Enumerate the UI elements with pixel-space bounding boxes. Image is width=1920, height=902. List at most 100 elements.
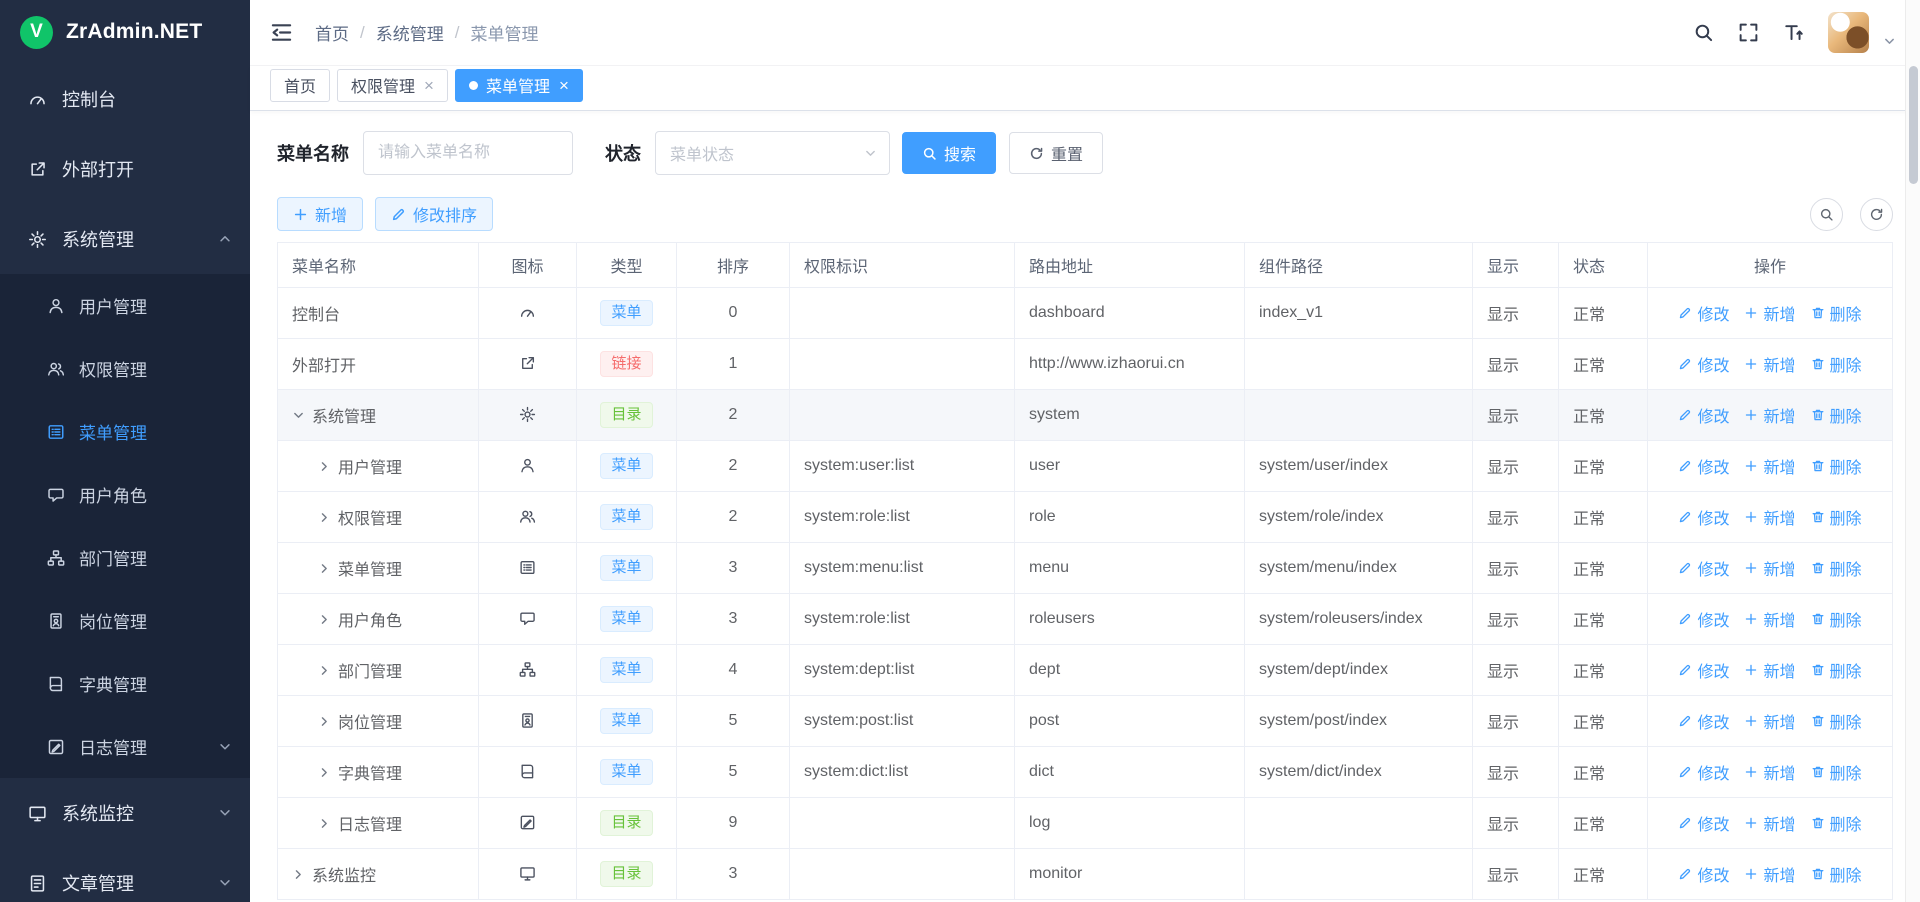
edit-link[interactable]: 修改 — [1678, 556, 1729, 580]
fullscreen-icon[interactable] — [1738, 22, 1759, 43]
chevron-right-icon[interactable] — [318, 766, 331, 779]
tab-home[interactable]: 首页 — [270, 69, 330, 102]
tab-permission[interactable]: 权限管理 × — [337, 69, 448, 102]
hamburger-icon[interactable] — [270, 21, 293, 44]
table-row[interactable]: 岗位管理 菜单 5 system:post:list post system/p… — [278, 696, 1893, 747]
delete-link[interactable]: 删除 — [1811, 556, 1862, 580]
sidebar-item-users[interactable]: 用户管理 — [0, 274, 250, 337]
edit-link[interactable]: 修改 — [1678, 352, 1729, 376]
chevron-right-icon[interactable] — [318, 460, 331, 473]
delete-link[interactable]: 删除 — [1811, 301, 1862, 325]
delete-link[interactable]: 删除 — [1811, 505, 1862, 529]
table-row[interactable]: 控制台 菜单 0 dashboard index_v1 显示 正常 修改 新增 … — [278, 288, 1893, 339]
table-row[interactable]: 用户管理 菜单 2 system:user:list user system/u… — [278, 441, 1893, 492]
add-link[interactable]: 新增 — [1744, 811, 1795, 835]
sidebar-item-logs[interactable]: 日志管理 — [0, 715, 250, 778]
edit-link[interactable]: 修改 — [1678, 505, 1729, 529]
table-row[interactable]: 系统管理 目录 2 system 显示 正常 修改 新增 删除 — [278, 390, 1893, 441]
add-link[interactable]: 新增 — [1744, 403, 1795, 427]
edit-link[interactable]: 修改 — [1678, 862, 1729, 886]
status-cell: 正常 — [1559, 288, 1648, 339]
chevron-right-icon[interactable] — [318, 562, 331, 575]
delete-link[interactable]: 删除 — [1811, 862, 1862, 886]
table-row[interactable]: 外部打开 链接 1 http://www.izhaorui.cn 显示 正常 修… — [278, 339, 1893, 390]
add-link[interactable]: 新增 — [1744, 862, 1795, 886]
sidebar-item-articles[interactable]: 文章管理 — [0, 848, 250, 902]
edit-link[interactable]: 修改 — [1678, 403, 1729, 427]
sidebar-item-external[interactable]: 外部打开 — [0, 134, 250, 204]
chevron-right-icon[interactable] — [292, 868, 305, 881]
sidebar-item-menus[interactable]: 菜单管理 — [0, 400, 250, 463]
sidebar-item-roles[interactable]: 权限管理 — [0, 337, 250, 400]
menu-name-input[interactable] — [363, 131, 573, 175]
close-icon[interactable]: × — [559, 77, 569, 94]
table-row[interactable]: 菜单管理 菜单 3 system:menu:list menu system/m… — [278, 543, 1893, 594]
refresh-table-button[interactable] — [1860, 198, 1893, 231]
status-select[interactable]: 菜单状态 — [655, 131, 890, 175]
close-icon[interactable]: × — [424, 77, 434, 94]
delete-link[interactable]: 删除 — [1811, 658, 1862, 682]
table-row[interactable]: 日志管理 目录 9 log 显示 正常 修改 新增 删除 — [278, 798, 1893, 849]
delete-link[interactable]: 删除 — [1811, 403, 1862, 427]
search-icon[interactable] — [1693, 22, 1714, 43]
add-link[interactable]: 新增 — [1744, 301, 1795, 325]
edit-note-icon — [519, 814, 536, 831]
delete-link[interactable]: 删除 — [1811, 607, 1862, 631]
delete-link[interactable]: 删除 — [1811, 352, 1862, 376]
chevron-right-icon[interactable] — [318, 511, 331, 524]
chevron-down-icon[interactable] — [292, 409, 305, 422]
page-scrollbar[interactable] — [1905, 0, 1920, 902]
sort-button[interactable]: 修改排序 — [375, 197, 493, 231]
delete-link[interactable]: 删除 — [1811, 454, 1862, 478]
breadcrumb-home[interactable]: 首页 — [315, 20, 349, 45]
sidebar-item-user-roles[interactable]: 用户角色 — [0, 463, 250, 526]
add-link[interactable]: 新增 — [1744, 760, 1795, 784]
tab-menu[interactable]: 菜单管理 × — [455, 69, 583, 102]
add-link[interactable]: 新增 — [1744, 658, 1795, 682]
table-row[interactable]: 权限管理 菜单 2 system:role:list role system/r… — [278, 492, 1893, 543]
edit-link[interactable]: 修改 — [1678, 811, 1729, 835]
menu-name: 外部打开 — [292, 352, 356, 376]
table-row[interactable]: 字典管理 菜单 5 system:dict:list dict system/d… — [278, 747, 1893, 798]
table-row[interactable]: 部门管理 菜单 4 system:dept:list dept system/d… — [278, 645, 1893, 696]
scrollbar-thumb[interactable] — [1909, 66, 1918, 184]
edit-link[interactable]: 修改 — [1678, 709, 1729, 733]
delete-link[interactable]: 删除 — [1811, 709, 1862, 733]
sidebar-item-monitor[interactable]: 系统监控 — [0, 778, 250, 848]
component-cell: system/menu/index — [1245, 543, 1473, 594]
reset-button[interactable]: 重置 — [1009, 132, 1103, 174]
sidebar-item-dict[interactable]: 字典管理 — [0, 652, 250, 715]
delete-link[interactable]: 删除 — [1811, 811, 1862, 835]
edit-link[interactable]: 修改 — [1678, 760, 1729, 784]
search-button[interactable]: 搜索 — [902, 132, 996, 174]
edit-link[interactable]: 修改 — [1678, 454, 1729, 478]
add-link[interactable]: 新增 — [1744, 505, 1795, 529]
add-link[interactable]: 新增 — [1744, 607, 1795, 631]
add-link[interactable]: 新增 — [1744, 556, 1795, 580]
sidebar-item-posts[interactable]: 岗位管理 — [0, 589, 250, 652]
edit-link[interactable]: 修改 — [1678, 607, 1729, 631]
chevron-right-icon[interactable] — [318, 613, 331, 626]
edit-link[interactable]: 修改 — [1678, 658, 1729, 682]
add-link[interactable]: 新增 — [1744, 454, 1795, 478]
delete-link[interactable]: 删除 — [1811, 760, 1862, 784]
add-link[interactable]: 新增 — [1744, 352, 1795, 376]
toggle-search-button[interactable] — [1810, 198, 1843, 231]
font-size-icon[interactable] — [1783, 22, 1804, 43]
add-link[interactable]: 新增 — [1744, 709, 1795, 733]
chevron-right-icon[interactable] — [318, 664, 331, 677]
type-tag: 菜单 — [600, 759, 652, 785]
edit-link[interactable]: 修改 — [1678, 301, 1729, 325]
chevron-right-icon[interactable] — [318, 817, 331, 830]
sidebar-item-dashboard[interactable]: 控制台 — [0, 64, 250, 134]
chevron-down-icon[interactable] — [1883, 35, 1896, 48]
add-button[interactable]: 新增 — [277, 197, 363, 231]
sidebar-item-system[interactable]: 系统管理 — [0, 204, 250, 274]
table-row[interactable]: 系统监控 目录 3 monitor 显示 正常 修改 新增 删除 — [278, 849, 1893, 900]
breadcrumb-system[interactable]: 系统管理 — [376, 20, 444, 45]
sidebar-item-depts[interactable]: 部门管理 — [0, 526, 250, 589]
type-cell: 目录 — [577, 849, 677, 900]
avatar[interactable] — [1828, 12, 1869, 53]
chevron-right-icon[interactable] — [318, 715, 331, 728]
table-row[interactable]: 用户角色 菜单 3 system:role:list roleusers sys… — [278, 594, 1893, 645]
